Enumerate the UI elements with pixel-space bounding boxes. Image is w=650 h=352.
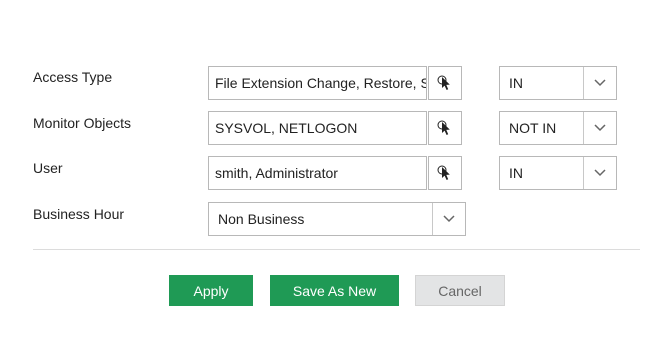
- chevron-down-icon[interactable]: [583, 112, 616, 144]
- monitor-objects-operator-select[interactable]: NOT IN: [499, 111, 617, 145]
- divider: [33, 249, 640, 250]
- user-field[interactable]: smith, Administrator: [208, 156, 427, 190]
- access-type-value: File Extension Change, Restore, S: [215, 75, 426, 91]
- monitor-objects-label: Monitor Objects: [33, 115, 132, 131]
- chevron-down-icon[interactable]: [583, 67, 616, 99]
- access-type-picker-button[interactable]: [428, 66, 462, 100]
- monitor-objects-picker-button[interactable]: [428, 111, 462, 145]
- chevron-down-icon[interactable]: [583, 157, 616, 189]
- business-hour-value: Non Business: [218, 211, 305, 227]
- user-value: smith, Administrator: [215, 165, 338, 181]
- pointer-picker-icon: [437, 165, 450, 180]
- user-label: User: [33, 160, 63, 176]
- access-type-label: Access Type: [33, 69, 113, 85]
- filter-panel: Access Type File Extension Change, Resto…: [0, 0, 650, 352]
- business-hour-label: Business Hour: [33, 206, 125, 222]
- cancel-button[interactable]: Cancel: [415, 275, 505, 306]
- monitor-objects-operator-value: NOT IN: [509, 120, 557, 136]
- pointer-picker-icon: [437, 120, 450, 135]
- monitor-objects-field[interactable]: SYSVOL, NETLOGON: [208, 111, 427, 145]
- chevron-down-icon[interactable]: [432, 203, 465, 235]
- monitor-objects-value: SYSVOL, NETLOGON: [215, 120, 358, 136]
- apply-button[interactable]: Apply: [169, 275, 253, 306]
- access-type-operator-value: IN: [509, 75, 523, 91]
- access-type-operator-select[interactable]: IN: [499, 66, 617, 100]
- save-as-new-button[interactable]: Save As New: [270, 275, 399, 306]
- user-operator-value: IN: [509, 165, 523, 181]
- user-operator-select[interactable]: IN: [499, 156, 617, 190]
- access-type-field[interactable]: File Extension Change, Restore, S: [208, 66, 427, 100]
- user-picker-button[interactable]: [428, 156, 462, 190]
- pointer-picker-icon: [437, 75, 450, 90]
- business-hour-select[interactable]: Non Business: [208, 202, 466, 236]
